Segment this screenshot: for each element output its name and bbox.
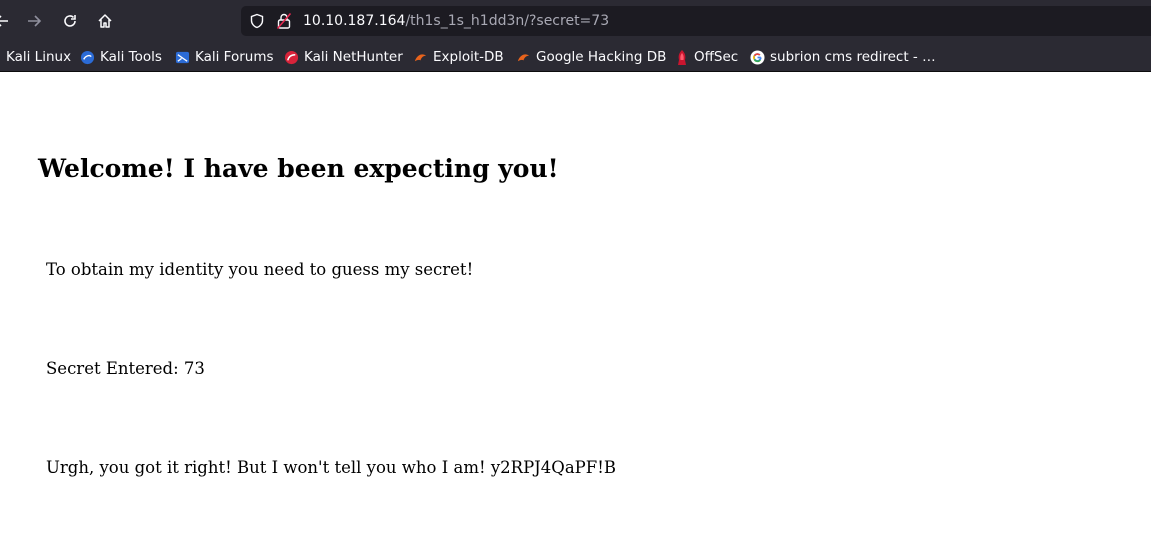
kali-forums-icon (175, 51, 190, 63)
bookmark-label: Kali Tools (100, 49, 162, 65)
exploit-db-icon (414, 53, 427, 61)
bookmark-label: Exploit-DB (433, 49, 504, 65)
reload-button[interactable] (56, 7, 84, 35)
bookmark-kali-forums[interactable]: Kali Forums (175, 42, 274, 72)
bookmark-kali-tools[interactable]: Kali Tools (80, 42, 162, 72)
back-button[interactable] (0, 7, 16, 35)
home-button[interactable] (91, 7, 119, 35)
url-text[interactable]: 10.10.187.164/th1s_1s_h1dd3n/?secret=73 (303, 6, 609, 36)
home-icon (98, 14, 112, 28)
kali-tools-icon (80, 50, 95, 64)
forward-button[interactable] (20, 7, 48, 35)
result-text: Urgh, you got it right! But I won't tell… (46, 458, 616, 477)
bookmark-label: subrion cms redirect - … (770, 49, 936, 65)
insecure-lock-icon[interactable] (276, 12, 292, 30)
back-arrow-icon (0, 15, 8, 27)
bookmark-subrion-cms-redirect[interactable]: subrion cms redirect - … (750, 42, 936, 72)
bookmark-exploit-db[interactable]: Exploit-DB (413, 42, 504, 72)
bookmark-offsec[interactable]: OffSec (675, 42, 738, 72)
bookmark-kali-linux[interactable]: Kali Linux (6, 42, 71, 72)
bookmark-google-hacking-db[interactable]: Google Hacking DB (516, 42, 666, 72)
offsec-icon (678, 49, 686, 65)
bookmark-kali-nethunter[interactable]: Kali NetHunter (284, 42, 403, 72)
url-path: /th1s_1s_h1dd3n/?secret=73 (405, 13, 610, 29)
url-host: 10.10.187.164 (303, 13, 406, 29)
ghdb-icon (517, 53, 530, 61)
bookmark-label: OffSec (694, 49, 739, 65)
forward-arrow-icon (28, 15, 42, 27)
secret-entered-text: Secret Entered: 73 (46, 359, 205, 378)
bookmarks-toolbar: Kali Linux Kali Tools Kali Forums Kali N… (0, 42, 1151, 72)
google-icon (750, 49, 765, 65)
nethunter-icon (284, 50, 299, 64)
page-content: Welcome! I have been expecting you! To o… (0, 72, 1151, 533)
bookmark-label: Google Hacking DB (536, 49, 667, 65)
bookmark-label: Kali Forums (195, 49, 274, 65)
page-heading: Welcome! I have been expecting you! (38, 154, 559, 183)
bookmark-label: Kali NetHunter (304, 49, 403, 65)
bookmark-label: Kali Linux (6, 49, 72, 65)
browser-toolbar: 10.10.187.164/th1s_1s_h1dd3n/?secret=73 (0, 0, 1151, 42)
address-bar[interactable]: 10.10.187.164/th1s_1s_h1dd3n/?secret=73 (241, 6, 1151, 36)
intro-text: To obtain my identity you need to guess … (46, 260, 474, 279)
tracking-protection-shield-icon[interactable] (249, 13, 265, 29)
reload-icon (64, 15, 76, 27)
